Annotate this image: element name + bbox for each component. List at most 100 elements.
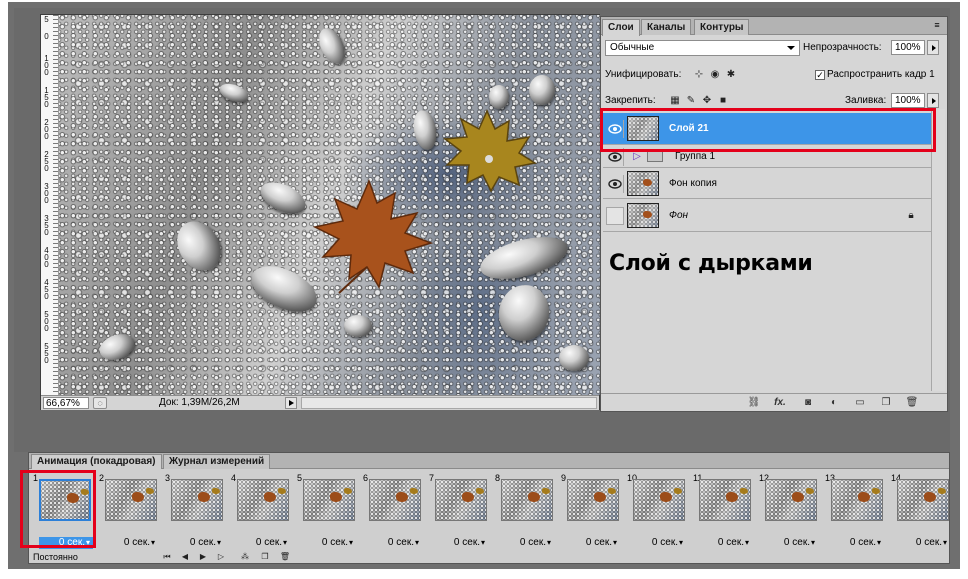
- animation-frame[interactable]: 5 0 сек.: [295, 471, 359, 549]
- frame-delay[interactable]: 0 сек.: [586, 537, 617, 549]
- water-drop: [529, 75, 555, 105]
- animation-frame[interactable]: 3 0 сек.: [163, 471, 227, 549]
- lock-pixels-icon[interactable]: ✎: [685, 95, 697, 107]
- duplicate-frame-icon[interactable]: ❐: [259, 552, 271, 562]
- visibility-toggle-empty[interactable]: [606, 207, 624, 225]
- tween-icon[interactable]: ⁂: [239, 552, 251, 562]
- opacity-slider-button[interactable]: [927, 40, 939, 55]
- fill-slider-button[interactable]: [927, 93, 939, 108]
- unify-label: Унифицировать:: [605, 69, 682, 80]
- next-frame-icon[interactable]: ▷: [215, 552, 227, 562]
- ruler-label: 0: [44, 32, 49, 41]
- group-expand-triangle-icon[interactable]: ▷: [631, 151, 643, 163]
- animation-frame[interactable]: 11 0 сек.: [691, 471, 755, 549]
- layer-name[interactable]: Фон копия: [669, 178, 717, 190]
- unify-style-icon[interactable]: ✱: [725, 69, 737, 81]
- new-layer-icon[interactable]: ❐: [879, 397, 893, 409]
- animation-frame[interactable]: 10 0 сек.: [625, 471, 689, 549]
- image-canvas[interactable]: [59, 15, 600, 395]
- frame-delay[interactable]: 0 сек.: [520, 537, 551, 549]
- animation-frame[interactable]: 12 0 сек.: [757, 471, 821, 549]
- delete-frame-icon[interactable]: 🗑︎: [279, 552, 291, 562]
- ruler-label: 3 5 0: [44, 214, 49, 237]
- animation-frame[interactable]: 13 0 сек.: [823, 471, 887, 549]
- tab-animation[interactable]: Анимация (покадровая): [31, 454, 162, 469]
- frame-thumbnail: [765, 479, 817, 521]
- frame-delay[interactable]: 0 сек.: [652, 537, 683, 549]
- frame-delay[interactable]: 0 сек.: [322, 537, 353, 549]
- animation-frame[interactable]: 6 0 сек.: [361, 471, 425, 549]
- annotation-text: Слой с дырками: [609, 251, 813, 276]
- animation-frame[interactable]: 8 0 сек.: [493, 471, 557, 549]
- loop-options[interactable]: Постоянно: [33, 552, 78, 562]
- frame-delay[interactable]: 0 сек.: [718, 537, 749, 549]
- frame-thumbnail: [831, 479, 883, 521]
- frame-delay[interactable]: 0 сек.: [124, 537, 155, 549]
- frame-delay[interactable]: 0 сек.: [190, 537, 221, 549]
- first-frame-icon[interactable]: ⏮: [161, 552, 173, 562]
- frame-delay[interactable]: 0 сек.: [388, 537, 419, 549]
- layer-thumbnail: [627, 171, 659, 196]
- status-menu-arrow-icon[interactable]: [285, 397, 297, 409]
- link-icon[interactable]: ⛓: [747, 397, 761, 409]
- zoom-preview-icon[interactable]: ◌: [93, 397, 107, 409]
- layer-row-fon-kopiya[interactable]: Фон копия: [603, 169, 931, 199]
- frame-thumbnail: [567, 479, 619, 521]
- animation-frame[interactable]: 4 0 сек.: [229, 471, 293, 549]
- zoom-field[interactable]: 66,67%: [43, 397, 89, 409]
- unify-position-icon[interactable]: ⊹: [693, 69, 705, 81]
- mask-icon[interactable]: ◙: [801, 397, 815, 409]
- horizontal-scrollbar[interactable]: [301, 397, 597, 409]
- tab-paths[interactable]: Контуры: [694, 19, 750, 35]
- lock-position-icon[interactable]: ✥: [701, 95, 713, 107]
- animation-frame[interactable]: 9 0 сек.: [559, 471, 623, 549]
- frame-strip: 1 0 сек. 2 0 сек. 3 0 сек. 4 0 сек. 5 0 …: [31, 471, 949, 551]
- frame-delay[interactable]: 0 сек.: [850, 537, 881, 549]
- layer-row-fon[interactable]: Фон 🔒︎: [603, 200, 931, 232]
- water-drop: [344, 315, 372, 337]
- vertical-ruler[interactable]: 5 0 1 0 0 1 5 0 2 0 0 2 5 0 3 0 0 3 5 0 …: [41, 15, 59, 397]
- animation-controls: Постоянно ⏮ ◀ ▶ ▷ ⁂ ❐ 🗑︎: [29, 551, 949, 564]
- play-icon[interactable]: ▶: [197, 552, 209, 562]
- tab-measurement-log[interactable]: Журнал измерений: [163, 454, 271, 469]
- animation-frame[interactable]: 14 0 сек.: [889, 471, 949, 549]
- water-drop: [559, 345, 589, 371]
- document-window: 5 0 1 0 0 1 5 0 2 0 0 2 5 0 3 0 0 3 5 0 …: [40, 14, 600, 410]
- frame-delay[interactable]: 0 сек.: [454, 537, 485, 549]
- layers-panel-tabs: Слои Каналы Контуры ≡: [601, 17, 947, 36]
- lock-transparency-icon[interactable]: ▦: [669, 95, 681, 107]
- ruler-label: 5: [44, 15, 49, 24]
- frame-delay[interactable]: 0 сек.: [256, 537, 287, 549]
- trash-icon[interactable]: 🗑︎: [905, 397, 919, 409]
- tab-channels[interactable]: Каналы: [641, 19, 692, 35]
- fill-field[interactable]: 100%: [891, 93, 925, 108]
- layer-thumbnail: [627, 203, 659, 228]
- ruler-label: 3 0 0: [44, 182, 49, 205]
- tab-layers[interactable]: Слои: [602, 19, 640, 36]
- lock-label: Закрепить:: [605, 95, 656, 106]
- frame-number: 7: [429, 473, 435, 483]
- animation-frame[interactable]: 2 0 сек.: [97, 471, 161, 549]
- frame-thumbnail: [699, 479, 751, 521]
- water-drop: [494, 281, 554, 345]
- opacity-field[interactable]: 100%: [891, 40, 925, 55]
- folder-icon[interactable]: ▭: [853, 397, 867, 409]
- frame-delay[interactable]: 0 сек.: [784, 537, 815, 549]
- adjustment-icon[interactable]: ◐: [827, 397, 841, 409]
- visibility-eye-icon[interactable]: [606, 175, 624, 193]
- layer-name[interactable]: Группа 1: [675, 151, 715, 163]
- ruler-label: 2 0 0: [44, 118, 49, 141]
- animation-frame[interactable]: 7 0 сек.: [427, 471, 491, 549]
- layer-name[interactable]: Фон: [669, 210, 688, 222]
- frame-number: 8: [495, 473, 501, 483]
- document-status-bar: 66,67% ◌ Док: 1,39M/26,2M: [41, 395, 599, 410]
- lock-all-icon[interactable]: ■: [717, 95, 729, 107]
- previous-frame-icon[interactable]: ◀: [179, 552, 191, 562]
- frame-number: 5: [297, 473, 303, 483]
- propagate-frame-checkbox[interactable]: ✓: [815, 70, 825, 80]
- panel-menu-icon[interactable]: ≡: [931, 21, 943, 31]
- frame-delay[interactable]: 0 сек.: [916, 537, 947, 549]
- blend-mode-select[interactable]: Обычные: [605, 40, 800, 56]
- fx-icon[interactable]: fx.: [773, 397, 787, 409]
- unify-visibility-icon[interactable]: ◉: [709, 69, 721, 81]
